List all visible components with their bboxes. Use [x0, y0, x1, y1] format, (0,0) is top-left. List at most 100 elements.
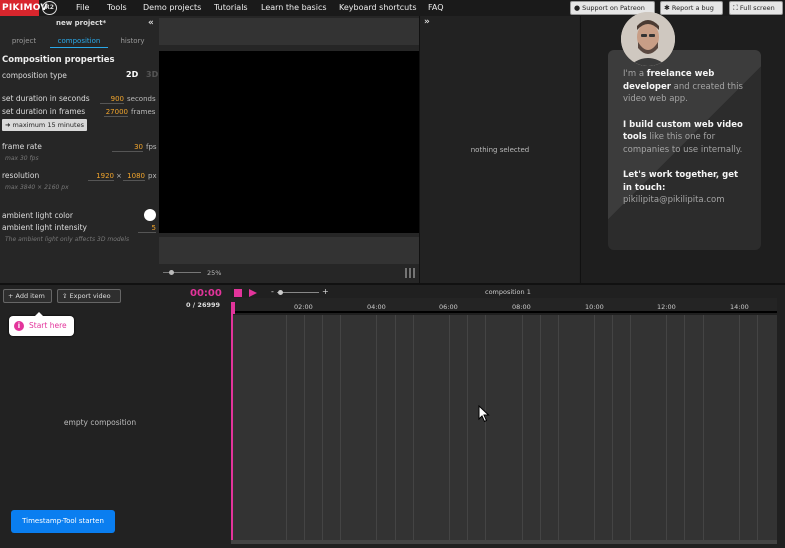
ambient-intensity-input[interactable]: 5	[138, 224, 156, 233]
grid-icon[interactable]	[405, 268, 415, 278]
menu-demo-projects[interactable]: Demo projects	[143, 0, 201, 16]
properties-panel: new project* « project composition histo…	[0, 16, 159, 283]
fullscreen-button[interactable]: ⛶ Full screen	[729, 1, 783, 15]
promo-services: I build custom web video tools like this…	[623, 119, 747, 157]
grid-line	[286, 315, 287, 540]
preview-canvas[interactable]	[159, 51, 419, 233]
grid-line	[594, 315, 595, 540]
menu-tools[interactable]: Tools	[107, 0, 127, 16]
grid-line	[322, 315, 323, 540]
frame-counter: 0 / 26999	[186, 301, 221, 309]
promo-intro: I'm a freelance web developer and create…	[623, 68, 747, 106]
avatar-portrait	[621, 12, 675, 66]
export-video-button[interactable]: ⇪ Export video	[57, 289, 121, 303]
type-3d-toggle[interactable]: 3D	[146, 70, 158, 79]
promo-email-link[interactable]: pikilipita@pikilipita.com	[623, 195, 724, 205]
panel-tabs: project composition history	[0, 35, 159, 48]
timeline-zoom-out[interactable]: -	[271, 287, 274, 296]
menu-learn-basics[interactable]: Learn the basics	[261, 0, 327, 16]
timeline-tracks[interactable]	[231, 315, 777, 540]
tab-history[interactable]: history	[110, 35, 155, 48]
ambient-color-swatch[interactable]	[144, 209, 156, 221]
start-here-tooltip[interactable]: i Start here	[9, 312, 74, 336]
grid-line	[304, 315, 305, 540]
grid-line	[757, 315, 758, 540]
timeline-zoom-track[interactable]	[277, 292, 319, 293]
fullscreen-icon: ⛶	[733, 4, 738, 12]
timeline-zoom-in[interactable]: +	[322, 287, 329, 296]
duration-seconds-label: set duration in seconds	[2, 94, 90, 103]
promo-contact: Let's work together, get in touch: pikili…	[623, 169, 747, 207]
empty-composition-text: empty composition	[63, 418, 137, 427]
grid-line	[684, 315, 685, 540]
type-2d-toggle[interactable]: 2D	[126, 70, 138, 79]
ruler-tick-label: 02:00	[294, 303, 313, 311]
report-bug-button[interactable]: ✱ Report a bug	[660, 1, 723, 15]
ruler-tick-label: 08:00	[512, 303, 531, 311]
timeline-zoom-knob[interactable]	[278, 290, 283, 295]
playhead[interactable]	[231, 302, 233, 540]
duration-frames-input[interactable]: 27000	[104, 108, 128, 117]
viewer-zoom-value: 25%	[207, 269, 222, 277]
export-icon: ⇪	[62, 292, 70, 300]
nothing-selected-text: nothing selected	[470, 146, 530, 154]
resolution-times: ×	[116, 172, 122, 180]
ruler-tick-label: 04:00	[367, 303, 386, 311]
patreon-label: Support on Patreon	[582, 4, 645, 12]
ambient-intensity-label: ambient light intensity	[2, 223, 87, 232]
add-item-button[interactable]: + Add item	[3, 289, 52, 303]
ruler-tick-label: 10:00	[585, 303, 604, 311]
developer-avatar	[621, 12, 675, 66]
menu-tutorials[interactable]: Tutorials	[214, 0, 248, 16]
project-title[interactable]: new project*	[56, 19, 106, 27]
duration-frames-label: set duration in frames	[2, 107, 86, 116]
grid-line	[395, 315, 396, 540]
resolution-unit: px	[148, 172, 157, 180]
frame-rate-unit: fps	[146, 143, 157, 151]
resolution-height-input[interactable]: 1080	[123, 172, 145, 181]
resolution-label: resolution	[2, 171, 40, 180]
mouse-cursor-icon	[478, 405, 490, 423]
menu-file[interactable]: File	[76, 0, 89, 16]
version-badge: R2	[42, 1, 57, 15]
tab-composition[interactable]: composition	[50, 35, 108, 48]
menu-keyboard-shortcuts[interactable]: Keyboard shortcuts	[339, 0, 416, 16]
timeline-scrollbar[interactable]	[231, 540, 777, 544]
menu-bar: PIKIMOV R2 File Tools Demo projects Tuto…	[0, 0, 785, 16]
time-ruler[interactable]: 02:00 04:00 06:00 08:00 10:00 12:00 14:0…	[231, 298, 777, 313]
resolution-width-input[interactable]: 1920	[88, 172, 114, 181]
grid-line	[485, 315, 486, 540]
start-here-label: Start here	[29, 321, 67, 330]
collapse-panel-icon[interactable]: «	[148, 18, 154, 28]
expand-panel-icon[interactable]: »	[424, 17, 430, 27]
tab-project[interactable]: project	[0, 35, 48, 48]
promo-contact-bold: Let's work together, get in touch:	[623, 170, 739, 193]
report-bug-label: Report a bug	[671, 4, 714, 12]
app-logo[interactable]: PIKIMOV	[0, 0, 47, 16]
duration-seconds-input[interactable]: 900	[100, 95, 124, 104]
timestamp-tool-button[interactable]: Timestamp-Tool starten	[11, 510, 115, 533]
ruler-tick-label: 06:00	[439, 303, 458, 311]
ambient-color-label: ambient light color	[2, 211, 73, 220]
frame-rate-input[interactable]: 30	[112, 143, 143, 152]
grid-line	[467, 315, 468, 540]
grid-line	[703, 315, 704, 540]
menu-faq[interactable]: FAQ	[428, 0, 444, 16]
max-duration-button[interactable]: ➜ maximum 15 minutes	[2, 119, 87, 131]
composition-name: composition 1	[485, 288, 531, 296]
ambient-hint: The ambient light only affects 3D models	[5, 236, 130, 243]
fullscreen-label: Full screen	[739, 4, 775, 12]
tooltip-arrow	[35, 312, 43, 316]
frame-rate-hint: max 30 fps	[5, 155, 39, 162]
app-root: PIKIMOV R2 File Tools Demo projects Tuto…	[0, 0, 785, 548]
viewer-top-strip	[159, 18, 419, 45]
composition-type-label: composition type	[2, 71, 67, 80]
stop-button[interactable]	[234, 289, 242, 297]
viewer-zoom-knob[interactable]	[169, 270, 174, 275]
playhead-handle[interactable]	[231, 302, 235, 314]
grid-line	[340, 315, 341, 540]
info-icon: i	[14, 321, 24, 331]
export-video-label: Export video	[69, 292, 111, 300]
play-button[interactable]	[249, 289, 257, 297]
grid-line	[376, 315, 377, 540]
